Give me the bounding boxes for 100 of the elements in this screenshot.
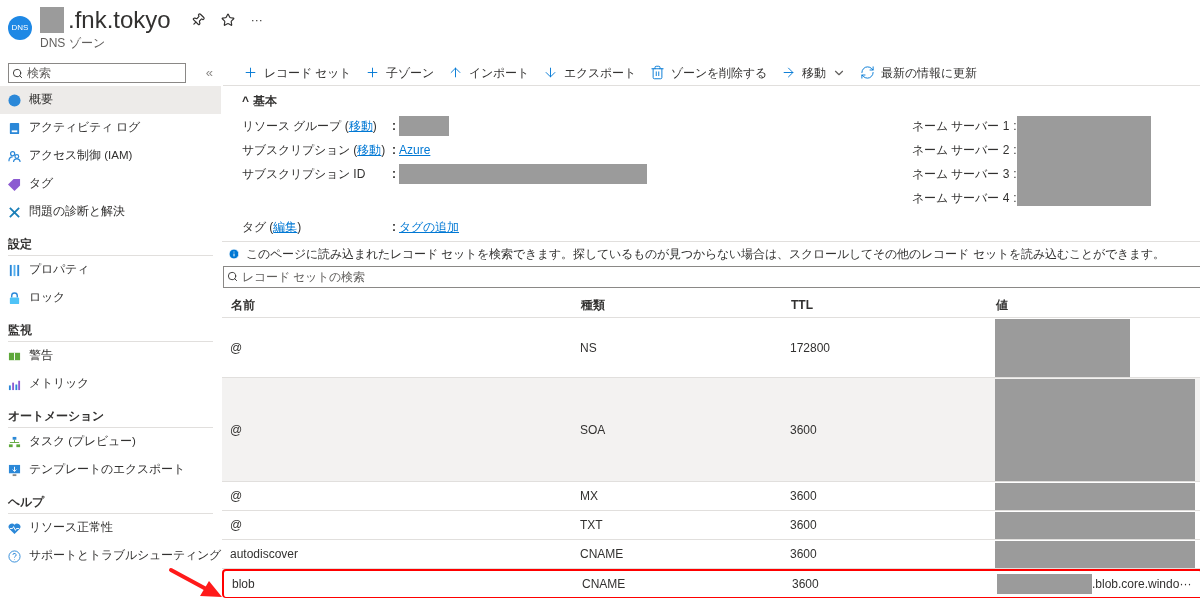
field-colon: : bbox=[1013, 142, 1017, 159]
arrow-down-icon bbox=[543, 65, 559, 80]
tag-icon bbox=[8, 177, 21, 191]
toolbar-button[interactable]: エクスポート bbox=[543, 63, 637, 82]
table-row[interactable]: @ MX 3600 bbox=[222, 482, 1200, 511]
table-row[interactable]: @ SOA 3600 bbox=[222, 378, 1200, 482]
trash-icon bbox=[650, 65, 666, 80]
page-title: .fnk.tokyo bbox=[68, 5, 171, 35]
field-label: ) bbox=[372, 118, 377, 135]
collapse-button[interactable]: « bbox=[205, 63, 213, 83]
toolbar-button[interactable]: 子ゾーン bbox=[365, 63, 435, 82]
field-label: ) bbox=[297, 219, 302, 236]
dns-icon bbox=[8, 93, 21, 107]
more-button[interactable]: ··· bbox=[250, 11, 263, 29]
page-subtitle: DNS ゾーン bbox=[40, 36, 106, 50]
nav-item[interactable]: アクセス制御 (IAM) bbox=[0, 142, 221, 170]
column-header[interactable]: 名前 bbox=[231, 295, 581, 314]
monitor-icon bbox=[8, 463, 21, 477]
redaction-block bbox=[40, 7, 64, 33]
toolbar-button[interactable]: レコード セット bbox=[243, 63, 352, 82]
table-row[interactable]: autodiscover CNAME 3600 bbox=[222, 540, 1200, 569]
table-cell-text: SOA bbox=[580, 421, 607, 439]
field-colon: : bbox=[392, 166, 396, 183]
table-cell-text: CNAME bbox=[580, 546, 625, 563]
section-heading: ヘルプ bbox=[8, 492, 213, 514]
table-cell-text: 3600 bbox=[792, 576, 820, 593]
nav-item[interactable]: プロパティ bbox=[0, 256, 221, 284]
table-cell-text: @ bbox=[230, 488, 244, 505]
arrow-right-icon bbox=[781, 65, 797, 80]
field-label: サブスクリプション ID bbox=[242, 166, 366, 183]
nav-item[interactable]: ロック bbox=[0, 284, 221, 312]
field-colon: : bbox=[392, 219, 396, 236]
table-cell-text: 3600 bbox=[790, 546, 818, 563]
refresh-icon bbox=[860, 65, 876, 80]
table-cell-text: 172800 bbox=[790, 339, 832, 357]
info-message: このページに読み込まれたレコード セットを検索できます。探しているものが見つからない場合は、スクロールしてその他のレコード セットを読み込むことができます。 bbox=[246, 246, 1165, 263]
table-cell-text: TXT bbox=[580, 517, 604, 534]
table-cell-text: 3600 bbox=[790, 488, 818, 505]
table-row[interactable]: @ NS 172800 bbox=[222, 318, 1200, 378]
column-header[interactable]: 種類 bbox=[581, 295, 791, 314]
nav-item[interactable]: 警告 bbox=[0, 342, 221, 370]
search-icon bbox=[12, 68, 23, 79]
section-heading: 設定 bbox=[8, 234, 213, 256]
table-cell-text: 3600 bbox=[790, 517, 818, 534]
nav-item[interactable]: テンプレートのエクスポート bbox=[0, 456, 221, 484]
table-cell-text: @ bbox=[230, 517, 244, 534]
nav-item[interactable]: タスク (プレビュー) bbox=[0, 428, 221, 456]
table-cell-text: MX bbox=[580, 488, 599, 505]
field-label: リソース グループ ( bbox=[242, 118, 349, 135]
essentials-toggle[interactable]: ^ 基本 bbox=[242, 92, 1183, 110]
field-label: ) bbox=[381, 142, 386, 159]
table-cell-text: @ bbox=[230, 421, 244, 439]
plus-icon bbox=[365, 65, 381, 80]
star-icon[interactable] bbox=[220, 13, 235, 27]
toolbar-button[interactable]: ゾーンを削除する bbox=[650, 63, 768, 82]
help-icon bbox=[8, 549, 21, 563]
heart-icon bbox=[8, 521, 21, 535]
column-header[interactable]: TTL bbox=[791, 295, 996, 314]
nav-item[interactable]: メトリック bbox=[0, 370, 221, 398]
people-icon bbox=[8, 149, 21, 163]
field-label: ネーム サーバー 3 bbox=[912, 166, 1010, 183]
nav-item[interactable]: アクティビティ ログ bbox=[0, 114, 221, 142]
field-link[interactable]: タグの追加 bbox=[399, 218, 459, 236]
field-link[interactable]: 移動 bbox=[357, 141, 382, 159]
toolbar-button[interactable]: 移動 bbox=[781, 63, 847, 82]
table-cell-text: autodiscover bbox=[230, 546, 300, 563]
hierarchy-icon bbox=[8, 435, 21, 449]
field-colon: : bbox=[392, 142, 396, 159]
nav-item[interactable]: リソース正常性 bbox=[0, 514, 221, 542]
section-heading: オートメーション bbox=[8, 406, 213, 428]
field-link[interactable]: Azure bbox=[399, 141, 431, 159]
toolbar-button[interactable]: 最新の情報に更新 bbox=[860, 63, 978, 82]
redaction-block bbox=[399, 116, 449, 136]
nav-item[interactable]: 問題の診断と解決 bbox=[0, 198, 221, 226]
plus-icon bbox=[243, 65, 258, 80]
table-cell-text: NS bbox=[580, 339, 598, 357]
table-row[interactable]: @ TXT 3600 bbox=[222, 511, 1200, 540]
record-search-field[interactable]: レコード セットの検索 bbox=[223, 266, 1200, 288]
table-cell-text: .blob.core.windo··· bbox=[1092, 576, 1192, 593]
nav-item[interactable]: サポートとトラブルシューティング bbox=[0, 542, 221, 570]
field-colon: : bbox=[392, 118, 396, 135]
dns-badge: DNS bbox=[8, 16, 32, 40]
nav-item[interactable]: 概要 bbox=[0, 86, 221, 114]
bars-icon bbox=[8, 263, 21, 277]
lock-icon bbox=[8, 291, 21, 305]
table-row[interactable]: blob CNAME 3600 .blob.core.windo··· bbox=[222, 569, 1200, 598]
nav-item[interactable]: タグ bbox=[0, 170, 221, 198]
info-icon bbox=[228, 248, 240, 260]
table-cell-text: @ bbox=[230, 339, 244, 357]
table-cell-text: 3600 bbox=[790, 421, 818, 439]
column-header[interactable]: 値 bbox=[996, 295, 1194, 314]
toolbar-button[interactable]: インポート bbox=[448, 63, 530, 82]
field-colon: : bbox=[1013, 190, 1017, 207]
search-field[interactable]: 検索 bbox=[8, 63, 186, 83]
field-colon: : bbox=[1013, 118, 1017, 135]
field-label: ネーム サーバー 1 bbox=[912, 118, 1010, 135]
table-cell-text: CNAME bbox=[582, 576, 627, 593]
section-heading: 監視 bbox=[8, 320, 213, 342]
field-link[interactable]: 編集 bbox=[273, 218, 298, 236]
field-link[interactable]: 移動 bbox=[348, 117, 373, 135]
